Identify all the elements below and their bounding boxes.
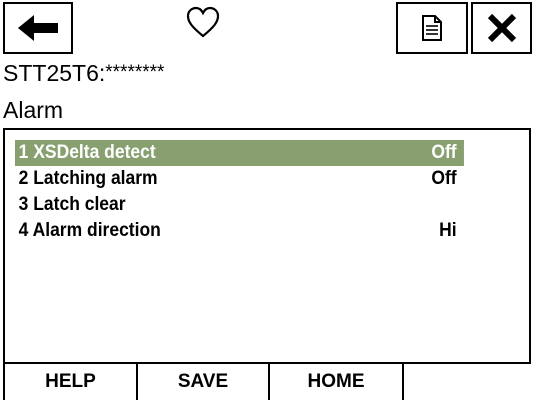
menu-item-label: 4 Alarm direction [18, 220, 161, 241]
menu-item-value: Off [431, 168, 457, 189]
menu-item-value: Hi [439, 220, 457, 241]
page-title: Alarm [3, 97, 64, 123]
menu-item-alarm-direction[interactable]: 4 Alarm direction Hi [15, 218, 464, 244]
device-tag: STT25T6:******** [3, 60, 164, 87]
menu-item-latching-alarm[interactable]: 2 Latching alarm Off [15, 166, 464, 192]
heart-icon[interactable] [186, 6, 220, 40]
back-button[interactable] [3, 2, 73, 54]
document-button[interactable] [396, 2, 468, 54]
device-tag-masked: ******** [105, 62, 165, 83]
menu-item-label: 3 Latch clear [18, 194, 126, 215]
home-button[interactable]: HOME [268, 364, 404, 400]
top-toolbar [0, 0, 534, 60]
save-button[interactable]: SAVE [136, 364, 270, 400]
menu-item-xsdelta-detect[interactable]: 1 XSDelta detect Off [15, 140, 464, 166]
menu-item-label: 2 Latching alarm [18, 168, 158, 189]
menu-item-value: Off [431, 142, 457, 163]
device-tag-prefix: STT25T6: [3, 60, 106, 86]
document-icon [422, 15, 442, 41]
menu-item-latch-clear[interactable]: 3 Latch clear [15, 192, 464, 218]
close-icon [487, 13, 516, 43]
arrow-left-icon [18, 15, 58, 41]
help-button[interactable]: HELP [3, 364, 138, 400]
close-button[interactable] [471, 2, 532, 54]
menu-list: 1 XSDelta detect Off 2 Latching alarm Of… [3, 128, 531, 364]
menu-item-label: 1 XSDelta detect [18, 142, 156, 163]
bottom-toolbar: HELP SAVE HOME [0, 364, 534, 402]
